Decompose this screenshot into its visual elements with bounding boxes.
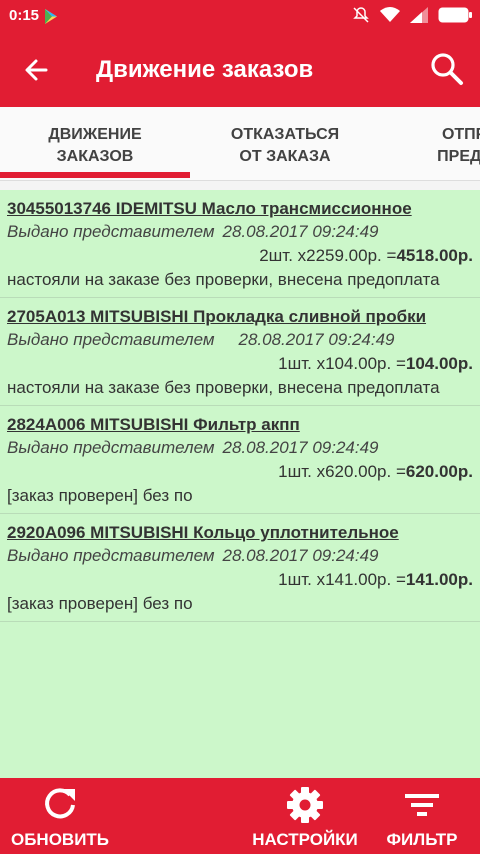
refresh-button[interactable]: ОБНОВИТЬ: [8, 778, 112, 854]
order-status-text: Выдано представителем: [7, 330, 215, 349]
order-item[interactable]: 2920A096 MITSUBISHI Кольцо уплотнительно…: [0, 514, 480, 622]
order-title[interactable]: 2920A096 MITSUBISHI Кольцо уплотнительно…: [7, 521, 473, 544]
order-quantity: 1шт. x104.00р. =104.00р.: [7, 352, 473, 376]
settings-label: НАСТРОЙКИ: [252, 830, 358, 849]
order-qty-price: 2шт. x2259.00р. =: [259, 246, 397, 265]
filter-label: ФИЛЬТР: [386, 830, 458, 849]
order-item[interactable]: 2824A006 MITSUBISHI Фильтр акпп Выдано п…: [0, 406, 480, 514]
order-item[interactable]: 2705A013 MITSUBISHI Прокладка сливной пр…: [0, 298, 480, 406]
order-date: 28.08.2017 09:24:49: [222, 438, 379, 457]
order-quantity: 1шт. x620.00р. =620.00р.: [7, 460, 473, 484]
status-time: 0:15: [9, 7, 40, 24]
order-status-text: Выдано представителем: [7, 222, 215, 241]
order-total: 620.00р.: [405, 462, 473, 481]
order-status: Выдано представителем 28.08.2017 09:24:49: [7, 220, 473, 244]
signal-icon: [410, 7, 428, 28]
order-qty-price: 1шт. x104.00р. =: [278, 354, 406, 373]
order-comment: настояли на заказе без проверки, внесена…: [7, 378, 440, 397]
mute-icon: [352, 6, 370, 29]
order-item[interactable]: 30455013746 IDEMITSU Масло трансмиссионн…: [0, 190, 480, 298]
bottom-bar: ОБНОВИТЬ НАСТРОЙКИ ФИЛЬТР: [0, 778, 480, 854]
tab-send-representative[interactable]: ОТПРАВ ПРЕДСТА: [380, 124, 480, 168]
order-status-text: Выдано представителем: [7, 438, 215, 457]
order-date: 28.08.2017 09:24:49: [222, 546, 379, 565]
order-date: 28.08.2017 09:24:49: [222, 222, 379, 241]
play-store-icon: [44, 9, 58, 29]
order-status: Выдано представителем 28.08.2017 09:24:49: [7, 328, 473, 352]
order-status: Выдано представителем 28.08.2017 09:24:49: [7, 544, 473, 568]
order-total: 104.00р.: [405, 354, 473, 373]
orders-list[interactable]: 30455013746 IDEMITSU Масло трансмиссионн…: [0, 190, 480, 778]
order-total: 141.00р.: [405, 570, 473, 589]
order-quantity: 1шт. x141.00р. =141.00р.: [7, 568, 473, 592]
order-status: Выдано представителем 28.08.2017 09:24:49: [7, 436, 473, 460]
order-comment: [заказ проверен] без по: [7, 594, 193, 613]
order-qty-price: 1шт. x620.00р. =: [278, 462, 406, 481]
tab-order-movement[interactable]: ДВИЖЕНИЕ ЗАКАЗОВ: [0, 124, 190, 168]
tabs-divider: [0, 181, 480, 190]
order-comment: настояли на заказе без проверки, внесена…: [7, 270, 440, 289]
wifi-icon: [380, 7, 400, 28]
order-date: 28.08.2017 09:24:49: [238, 330, 395, 349]
order-quantity: 2шт. x2259.00р. =4518.00р.: [7, 244, 473, 268]
status-bar: 0:15: [0, 0, 480, 32]
page-title: Движение заказов: [96, 56, 314, 83]
tab-cancel-order[interactable]: ОТКАЗАТЬСЯ ОТ ЗАКАЗА: [190, 124, 380, 168]
refresh-label: ОБНОВИТЬ: [10, 830, 110, 849]
settings-button[interactable]: НАСТРОЙКИ: [247, 778, 363, 854]
order-status-text: Выдано представителем: [7, 546, 215, 565]
tab-bar: ДВИЖЕНИЕ ЗАКАЗОВ ОТКАЗАТЬСЯ ОТ ЗАКАЗА ОТ…: [0, 107, 480, 181]
gear-icon: [286, 786, 324, 824]
search-icon[interactable]: [430, 52, 464, 86]
order-comment: [заказ проверен] без по: [7, 486, 193, 505]
filter-button[interactable]: ФИЛЬТР: [382, 778, 462, 854]
order-title[interactable]: 2824A006 MITSUBISHI Фильтр акпп: [7, 413, 473, 436]
order-qty-price: 1шт. x141.00р. =: [278, 570, 406, 589]
refresh-icon: [41, 786, 79, 824]
battery-icon: [438, 7, 472, 28]
back-arrow-icon[interactable]: [22, 56, 50, 84]
system-icons: [352, 6, 472, 29]
filter-icon: [403, 786, 441, 824]
app-bar: Движение заказов: [0, 32, 480, 107]
active-tab-indicator: [0, 172, 190, 178]
order-title[interactable]: 2705A013 MITSUBISHI Прокладка сливной пр…: [7, 305, 473, 328]
order-total: 4518.00р.: [396, 246, 473, 265]
order-title[interactable]: 30455013746 IDEMITSU Масло трансмиссионн…: [7, 197, 473, 220]
